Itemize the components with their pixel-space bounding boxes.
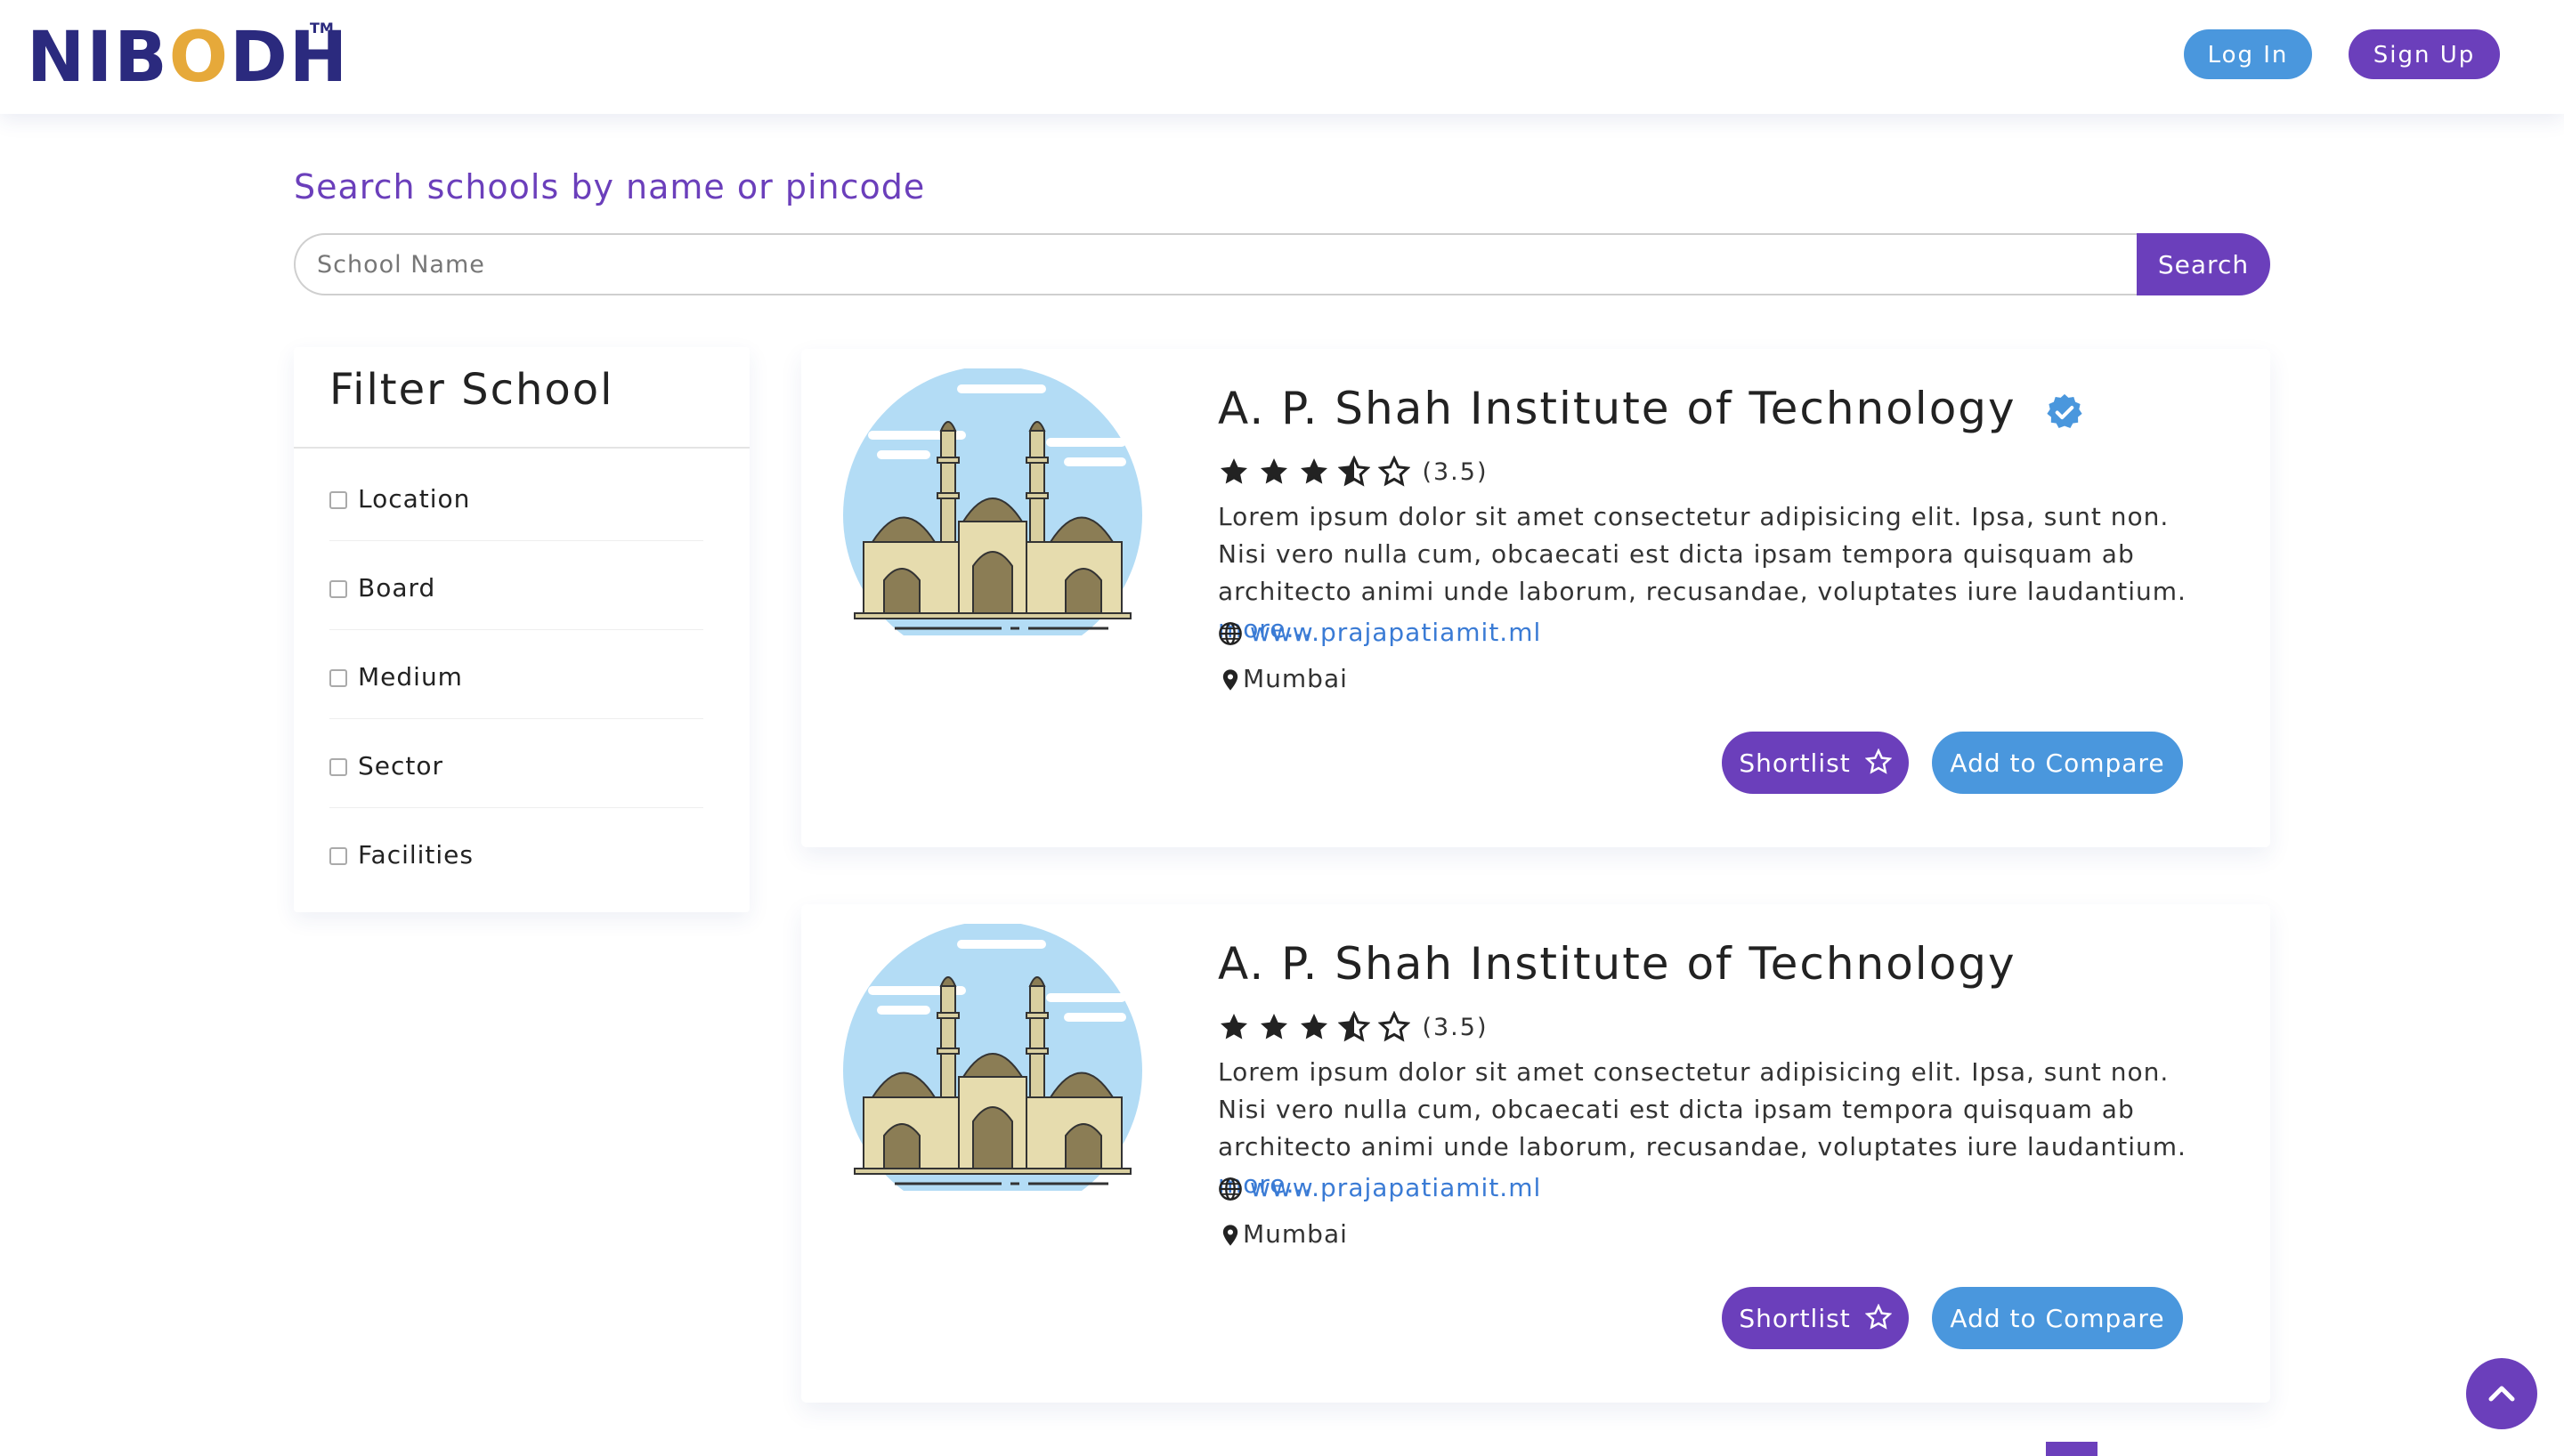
- filter-label: Medium: [358, 662, 463, 692]
- logo-letters-nib: NIB: [27, 18, 169, 98]
- school-name[interactable]: A. P. Shah Institute of Technology: [1218, 383, 2084, 434]
- globe-icon: [1219, 622, 1242, 645]
- map-pin-icon: [1222, 1225, 1238, 1246]
- filter-checkbox[interactable]: [329, 847, 347, 865]
- star-half-icon: [1338, 456, 1371, 487]
- star-full-icon: [1261, 1014, 1288, 1039]
- website-row: www.prajapatiamit.ml: [1218, 618, 1541, 647]
- brand-logo[interactable]: NIBODH TM: [27, 14, 347, 103]
- shortlist-button[interactable]: Shortlist: [1722, 1287, 1909, 1349]
- filter-divider: [294, 447, 750, 449]
- star-full-icon: [1261, 458, 1288, 484]
- filter-label: Sector: [358, 751, 444, 781]
- filter-title: Filter School: [329, 365, 614, 415]
- filter-label: Location: [358, 484, 471, 514]
- star-empty-icon: [1378, 456, 1411, 487]
- filter-item-medium[interactable]: Medium: [329, 630, 703, 719]
- signup-button[interactable]: Sign Up: [2349, 29, 2500, 79]
- filter-item-location[interactable]: Location: [329, 452, 703, 541]
- star-full-icon: [1221, 1014, 1247, 1039]
- rating-stars: (3.5): [1218, 456, 1488, 491]
- filter-checkbox[interactable]: [329, 758, 347, 776]
- shortlist-label: Shortlist: [1739, 748, 1851, 778]
- pagination-active-page[interactable]: [2046, 1442, 2097, 1456]
- filter-label: Facilities: [358, 840, 474, 870]
- star-full-icon: [1221, 458, 1247, 484]
- filter-item-facilities[interactable]: Facilities: [329, 808, 703, 897]
- filter-label: Board: [358, 573, 436, 603]
- navbar: NIBODH TM Log In Sign Up: [0, 0, 2564, 114]
- rating-stars: (3.5): [1218, 1011, 1488, 1047]
- rating-value: (3.5): [1422, 1013, 1489, 1041]
- logo-letter-o: O: [168, 18, 231, 98]
- verified-badge-icon: [2046, 393, 2082, 428]
- school-card: A. P. Shah Institute of Technology (3.5)…: [801, 349, 2270, 847]
- filter-checkbox[interactable]: [329, 491, 347, 509]
- website-link[interactable]: www.prajapatiamit.ml: [1250, 618, 1541, 647]
- star-outline-icon: [1864, 1303, 1892, 1330]
- school-name-text: A. P. Shah Institute of Technology: [1218, 938, 2016, 990]
- filter-panel: Filter School Location Board Medium Sect…: [294, 347, 750, 912]
- location-text: Mumbai: [1243, 664, 1348, 693]
- filter-item-board[interactable]: Board: [329, 541, 703, 630]
- map-pin-icon: [1222, 669, 1238, 691]
- filter-checkbox[interactable]: [329, 580, 347, 598]
- search-input[interactable]: [294, 233, 2137, 295]
- search-title: Search schools by name or pincode: [294, 167, 926, 206]
- school-card: A. P. Shah Institute of Technology (3.5)…: [801, 904, 2270, 1403]
- school-illustration: [843, 924, 1142, 1191]
- login-button[interactable]: Log In: [2184, 29, 2312, 79]
- globe-icon: [1219, 1177, 1242, 1201]
- filter-item-sector[interactable]: Sector: [329, 719, 703, 808]
- filter-checkbox[interactable]: [329, 669, 347, 687]
- star-empty-icon: [1378, 1011, 1411, 1042]
- search-button[interactable]: Search: [2137, 233, 2270, 295]
- star-full-icon: [1301, 1014, 1328, 1039]
- star-half-icon: [1338, 1011, 1371, 1042]
- rating-value: (3.5): [1422, 457, 1489, 486]
- school-illustration: [843, 368, 1142, 635]
- add-to-compare-button[interactable]: Add to Compare: [1932, 1287, 2183, 1349]
- scroll-to-top-button[interactable]: [2466, 1358, 2537, 1429]
- location-row: Mumbai: [1218, 664, 1348, 693]
- shortlist-label: Shortlist: [1739, 1304, 1851, 1333]
- description-text: Lorem ipsum dolor sit amet consectetur a…: [1218, 1057, 2187, 1161]
- website-link[interactable]: www.prajapatiamit.ml: [1250, 1173, 1541, 1202]
- trademark-mark: TM: [310, 20, 334, 36]
- school-name-text: A. P. Shah Institute of Technology: [1218, 383, 2016, 434]
- location-row: Mumbai: [1218, 1219, 1348, 1249]
- add-to-compare-button[interactable]: Add to Compare: [1932, 732, 2183, 794]
- website-row: www.prajapatiamit.ml: [1218, 1173, 1541, 1202]
- star-full-icon: [1301, 458, 1328, 484]
- logo-wordmark: NIBODH: [27, 18, 349, 98]
- description-text: Lorem ipsum dolor sit amet consectetur a…: [1218, 502, 2187, 606]
- school-name[interactable]: A. P. Shah Institute of Technology: [1218, 938, 2016, 990]
- star-outline-icon: [1864, 748, 1892, 774]
- chevron-up-icon: [2488, 1386, 2515, 1402]
- location-text: Mumbai: [1243, 1219, 1348, 1249]
- shortlist-button[interactable]: Shortlist: [1722, 732, 1909, 794]
